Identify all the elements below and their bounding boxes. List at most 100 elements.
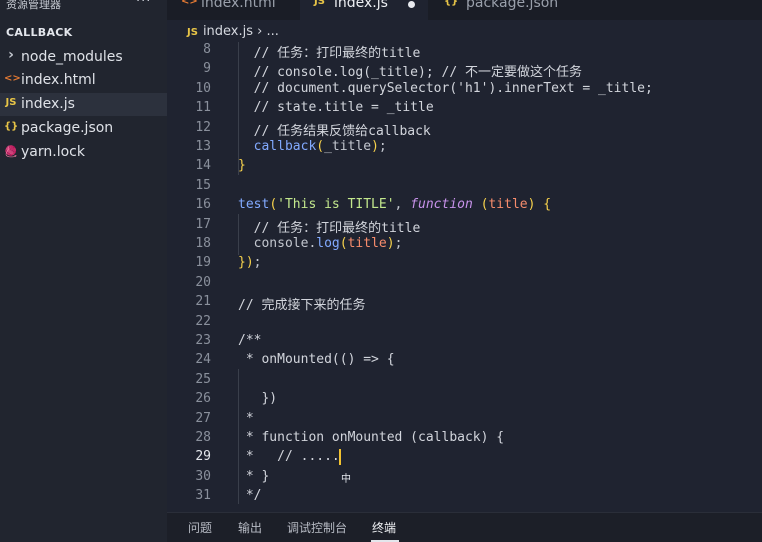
code-line[interactable]: 13 callback(_title); xyxy=(167,139,762,158)
code-line[interactable]: 8 // 任务：打印最终的title xyxy=(167,42,762,61)
tree-item-label: node_modules xyxy=(21,49,123,65)
code-line[interactable]: 21 // 完成接下来的任务 xyxy=(167,294,762,313)
code-line[interactable]: 9 // console.log(_title); // 不一定要做这个任务 xyxy=(167,61,762,80)
tree-item-yarn-lock[interactable]: 🧶 yarn.lock xyxy=(0,141,167,164)
line-number: 29 xyxy=(195,449,211,465)
tab-label: package.json xyxy=(466,0,559,11)
line-content: * } xyxy=(238,468,270,484)
chevron-right-icon: › xyxy=(8,47,14,63)
line-content: console.log(title); xyxy=(238,236,403,251)
unsaved-dot-icon[interactable] xyxy=(408,1,415,8)
html-file-icon: <> xyxy=(4,73,21,84)
tab-label: index.html xyxy=(201,0,276,11)
explorer-sidebar: 资源管理器 ··· CALLBACK › node_modules <> ind… xyxy=(0,0,167,542)
code-line[interactable]: 24 * onMounted(() => { xyxy=(167,352,762,371)
line-number: 31 xyxy=(195,488,211,504)
line-number: 20 xyxy=(195,274,211,290)
line-number: 27 xyxy=(195,410,211,426)
line-content: test('This is TITLE', function (title) { xyxy=(238,197,552,213)
breadcrumb-symbol[interactable]: ... xyxy=(267,24,279,39)
js-file-icon: JS xyxy=(314,0,325,7)
code-line[interactable]: 30 * } xyxy=(167,469,762,488)
line-number: 17 xyxy=(195,216,211,232)
line-number: 15 xyxy=(195,177,211,193)
code-line[interactable]: 14} xyxy=(167,158,762,177)
line-number: 8 xyxy=(203,42,211,57)
line-content: // 任务结果反馈给callback xyxy=(238,123,431,139)
bottom-panel: 问题 输出 调试控制台 终端 xyxy=(167,512,762,542)
workspace-folder-title[interactable]: CALLBACK xyxy=(6,26,73,39)
tab-terminal[interactable]: 终端 xyxy=(372,519,396,536)
line-number: 28 xyxy=(195,430,211,445)
line-number: 22 xyxy=(195,313,211,329)
code-line[interactable]: 18 console.log(title); xyxy=(167,236,762,255)
yarn-file-icon: 🧶 xyxy=(4,145,18,158)
line-content: }); xyxy=(238,255,262,271)
code-line[interactable]: 12 // 任务结果反馈给callback xyxy=(167,120,762,139)
line-number: 11 xyxy=(195,100,211,116)
tab-index-js[interactable]: JS index.js xyxy=(300,0,428,20)
line-content: * // ..... xyxy=(238,449,340,465)
tab-debug-console[interactable]: 调试控制台 xyxy=(287,519,347,536)
breadcrumb-file[interactable]: index.js xyxy=(203,24,253,39)
tree-item-index-html[interactable]: <> index.html xyxy=(0,69,167,92)
line-content: * function onMounted (callback) { xyxy=(238,430,505,445)
line-content: callback(_title); xyxy=(253,139,387,154)
line-number: 12 xyxy=(195,119,211,135)
code-line[interactable]: 19}); xyxy=(167,255,762,274)
code-line[interactable]: 15 xyxy=(167,178,762,197)
line-number: 23 xyxy=(195,333,211,348)
json-file-icon: {} xyxy=(4,121,19,132)
tab-index-html[interactable]: <> index.html xyxy=(167,0,298,20)
line-number: 21 xyxy=(195,294,211,310)
sidebar-title: 资源管理器 xyxy=(6,0,61,11)
code-line[interactable]: 17 // 任务：打印最终的title xyxy=(167,217,762,236)
line-number: 25 xyxy=(195,371,211,387)
line-content: // console.log(_title); // 不一定要做这个任务 xyxy=(238,65,582,81)
code-line[interactable]: 22 xyxy=(167,314,762,333)
tree-item-label: index.js xyxy=(21,96,75,112)
code-line[interactable]: 16 test('This is TITLE', function (title)… xyxy=(167,197,762,216)
line-number: 26 xyxy=(195,391,211,407)
tree-item-package-json[interactable]: {} package.json xyxy=(0,117,167,140)
code-line[interactable]: 26 }) xyxy=(167,391,762,410)
tab-output[interactable]: 输出 xyxy=(238,519,262,536)
line-content: // document.querySelector('h1').innerTex… xyxy=(238,80,653,96)
tab-package-json[interactable]: {} package.json xyxy=(430,0,585,20)
code-line[interactable]: 20 xyxy=(167,275,762,294)
tree-item-label: yarn.lock xyxy=(21,144,85,160)
code-line[interactable]: 27 * xyxy=(167,411,762,430)
js-file-icon: JS xyxy=(5,97,17,108)
line-content: // state.title = _title xyxy=(238,100,434,116)
line-content: * xyxy=(238,410,254,426)
line-content: // 完成接下来的任务 xyxy=(238,298,366,314)
tree-item-node-modules[interactable]: › node_modules xyxy=(0,46,167,69)
code-editor[interactable]: 8 // 任务：打印最终的title 9 // console.log(_titl… xyxy=(167,42,762,512)
code-line[interactable]: 10 // document.querySelector('h1').inner… xyxy=(167,81,762,100)
text-cursor xyxy=(339,449,341,465)
json-file-icon: {} xyxy=(444,0,459,7)
line-number: 30 xyxy=(195,468,211,484)
breadcrumb[interactable]: JS index.js › ... xyxy=(187,24,279,44)
tree-item-index-js[interactable]: JS index.js xyxy=(0,93,167,116)
code-line[interactable]: 23 /** xyxy=(167,333,762,352)
line-content: // 任务：打印最终的title xyxy=(238,220,421,236)
line-content: }) xyxy=(238,391,278,407)
line-number: 18 xyxy=(195,236,211,251)
sidebar-header: 资源管理器 ··· xyxy=(0,0,167,14)
code-line[interactable]: 11 // state.title = _title xyxy=(167,100,762,119)
code-line[interactable]: 31 */ xyxy=(167,488,762,507)
editor-tab-bar: <> index.html JS index.js {} package.jso… xyxy=(167,0,762,20)
code-line[interactable]: 28 * function onMounted (callback) { xyxy=(167,430,762,449)
tab-problems[interactable]: 问题 xyxy=(188,519,212,536)
line-number: 24 xyxy=(195,352,211,368)
code-line[interactable]: 29 * // ..... xyxy=(167,449,762,468)
line-number: 14 xyxy=(195,158,211,174)
tree-item-label: index.html xyxy=(21,72,96,88)
code-line[interactable]: 25 xyxy=(167,372,762,391)
tree-item-label: package.json xyxy=(21,120,114,136)
html-file-icon: <> xyxy=(181,0,198,7)
tab-label: index.js xyxy=(334,0,388,11)
more-actions-icon[interactable]: ··· xyxy=(136,0,151,9)
line-content: } xyxy=(238,158,246,174)
